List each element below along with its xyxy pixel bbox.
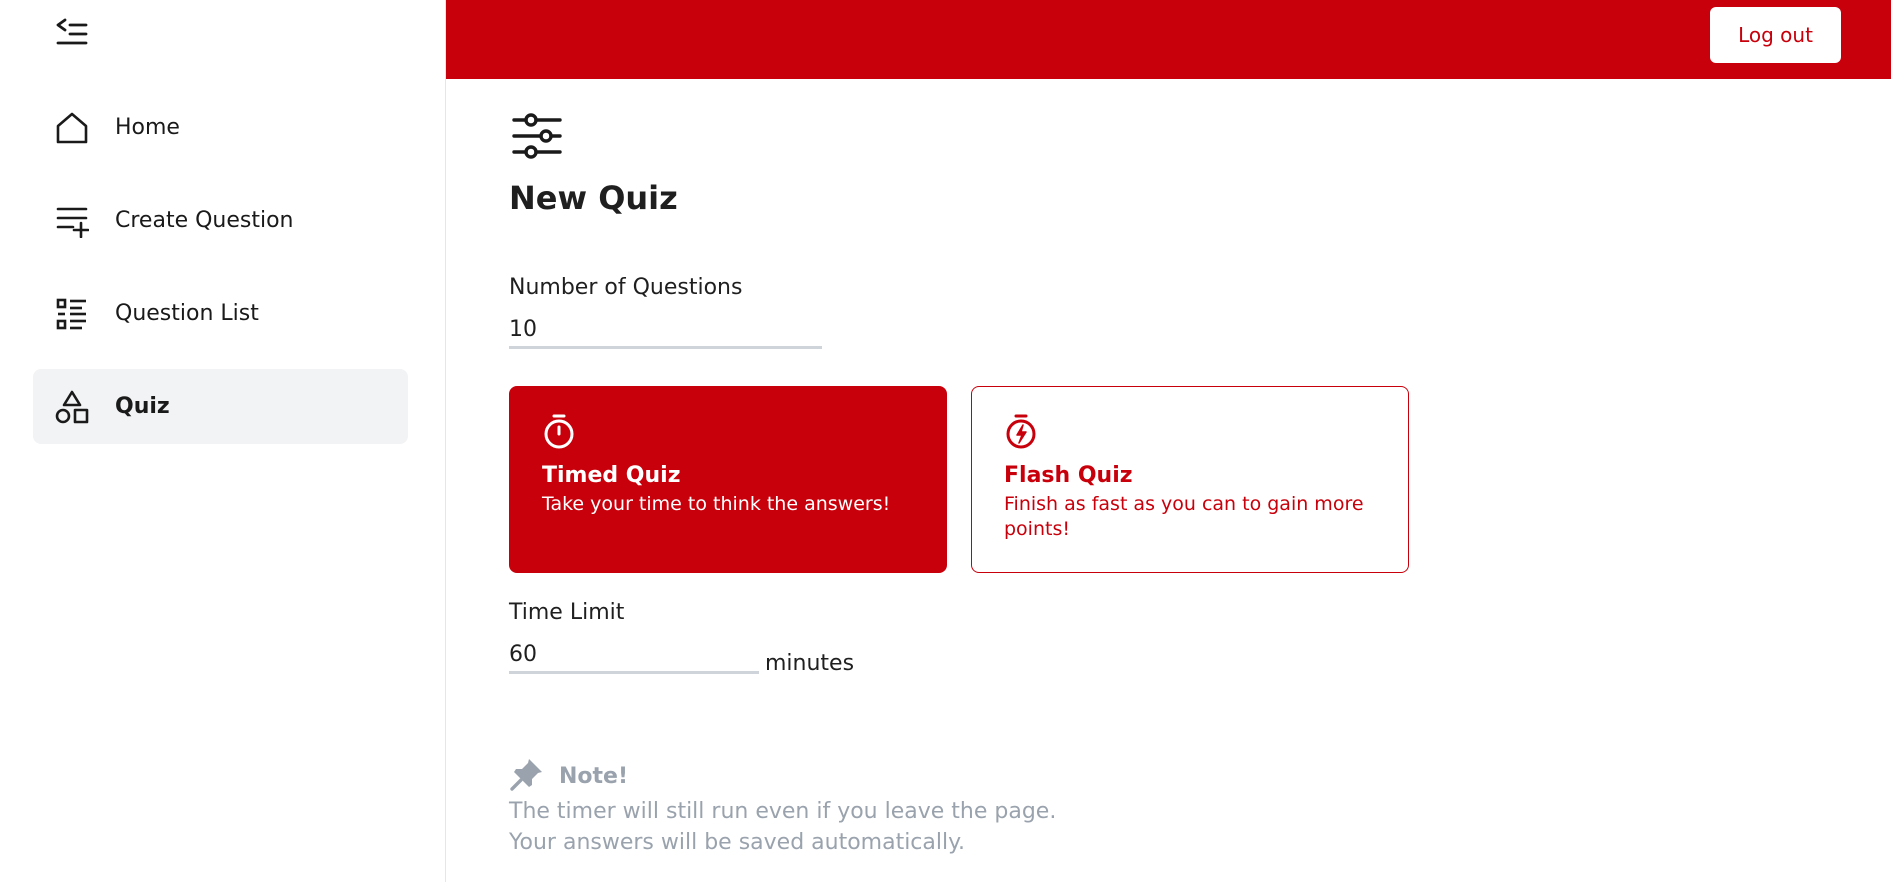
num-questions-label: Number of Questions xyxy=(509,275,743,300)
time-limit-input[interactable] xyxy=(509,638,759,674)
sidebar-item-label: Question List xyxy=(115,301,259,326)
sidebar-item-create-question[interactable]: Create Question xyxy=(33,183,408,258)
mode-description: Finish as fast as you can to gain more p… xyxy=(1004,493,1364,540)
note-text-line: Your answers will be saved automatically… xyxy=(509,830,965,855)
sliders-icon xyxy=(512,112,562,164)
sidebar-item-label: Home xyxy=(115,115,180,140)
timed-quiz-card[interactable]: Timed Quiz Take your time to think the a… xyxy=(509,386,947,573)
shapes-icon xyxy=(53,388,91,426)
note-text-line: The timer will still run even if you lea… xyxy=(509,799,1057,824)
sidebar-item-label: Quiz xyxy=(115,394,170,419)
mode-title: Flash Quiz xyxy=(1004,463,1133,488)
playlist-add-icon xyxy=(53,202,91,240)
sidebar: Home Create Question Question List Quiz xyxy=(0,0,446,882)
stopwatch-icon xyxy=(542,414,576,453)
home-icon xyxy=(53,109,91,147)
pin-icon xyxy=(509,756,545,796)
page-title: New Quiz xyxy=(509,179,678,217)
stopwatch-bolt-icon xyxy=(1004,414,1038,453)
collapse-sidebar-button[interactable] xyxy=(52,16,92,52)
num-questions-input[interactable] xyxy=(509,313,822,349)
logout-button[interactable]: Log out xyxy=(1710,7,1841,63)
sidebar-item-home[interactable]: Home xyxy=(33,90,408,165)
app-root: Home Create Question Question List Quiz … xyxy=(0,0,1891,882)
time-limit-label: Time Limit xyxy=(509,600,625,625)
time-limit-units: minutes xyxy=(765,651,855,676)
sidebar-item-quiz[interactable]: Quiz xyxy=(33,369,408,444)
collapse-menu-icon xyxy=(55,17,89,51)
note-header: Note! xyxy=(509,756,628,796)
sidebar-nav: Home Create Question Question List Quiz xyxy=(33,90,408,462)
top-bar: Log out xyxy=(446,0,1891,79)
flash-quiz-card[interactable]: Flash Quiz Finish as fast as you can to … xyxy=(971,386,1409,573)
mode-description: Take your time to think the answers! xyxy=(542,493,891,515)
mode-title: Timed Quiz xyxy=(542,463,681,488)
sidebar-item-label: Create Question xyxy=(115,208,294,233)
sidebar-item-question-list[interactable]: Question List xyxy=(33,276,408,351)
note-title: Note! xyxy=(559,763,628,789)
list-checks-icon xyxy=(53,295,91,333)
